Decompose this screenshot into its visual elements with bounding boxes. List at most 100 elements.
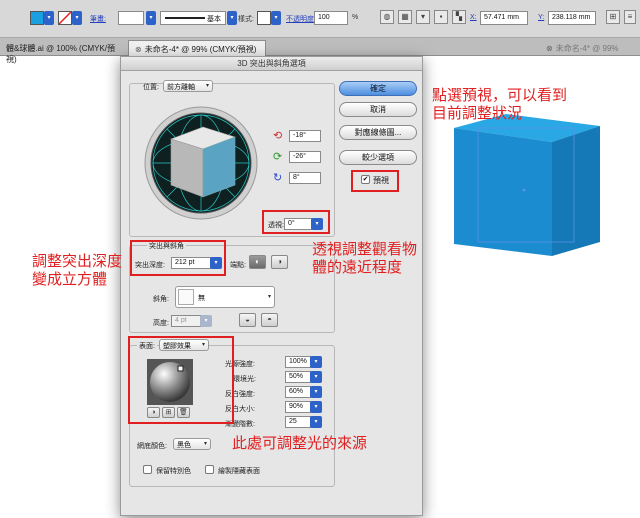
cube-front-face (454, 128, 552, 256)
ok-button[interactable]: 確定 (339, 81, 417, 96)
ambient-dropdown[interactable]: ▾ (310, 371, 322, 383)
light-intensity-field[interactable]: 100% ▾ (285, 356, 322, 368)
stroke-style-field[interactable]: 基本 (160, 11, 226, 25)
annotation-depth: 調整突出深度 變成立方體 (32, 252, 122, 288)
opacity-label[interactable]: 不透明度 (286, 14, 314, 24)
preserve-spot-checkbox[interactable] (143, 465, 152, 474)
fill-color-swatch[interactable] (30, 11, 44, 25)
tab-document-3[interactable]: ⊗ 未命名-4* @ 99% (540, 40, 640, 56)
annotation-depth-line-1: 調整突出深度 (32, 252, 123, 270)
highlight-box-lighting (128, 336, 234, 424)
cap-label: 端點: (230, 262, 246, 269)
highlight-size-dropdown[interactable]: ▾ (310, 401, 322, 413)
annotation-depth-line-2: 變成立方體 (32, 270, 108, 288)
highlight-intensity-dropdown[interactable]: ▾ (310, 386, 322, 398)
bevel-in-button[interactable]: ◓ (261, 313, 278, 327)
height-dropdown[interactable]: ▾ (200, 315, 212, 327)
annotation-preview-line-2: 目前調整狀況 (432, 104, 523, 122)
light-intensity-dropdown[interactable]: ▾ (310, 356, 322, 368)
highlight-intensity-field[interactable]: 60% ▾ (285, 386, 322, 398)
document-tab-bar: 體&球體.ai @ 100% (CMYK/預視) ⊗ 未命名-4* @ 99% (… (0, 38, 640, 64)
blend-steps-dropdown[interactable]: ▾ (310, 416, 322, 428)
cube-side-face (552, 126, 600, 256)
bevel-out-button[interactable]: ◒ (239, 313, 256, 327)
highlight-intensity-value: 60% (289, 388, 304, 395)
position-select[interactable]: 前方離軸 ▾ (163, 80, 213, 92)
rotate-z-icon: ↻ (273, 172, 283, 184)
stroke-dropdown-arrow[interactable]: ▾ (72, 11, 82, 25)
tab-label: 未命名-4* @ 99% (555, 44, 619, 53)
annotation-light: 此處可調整光的來源 (232, 434, 368, 452)
stroke-weight-field[interactable] (118, 11, 144, 25)
height-value: 4 pt (175, 317, 187, 324)
position-value: 前方離軸 (167, 84, 195, 91)
blend-steps-field[interactable]: 25 ▾ (285, 416, 322, 428)
cap-off-button[interactable]: ◑ (271, 255, 288, 269)
highlight-size-field[interactable]: 90% ▾ (285, 401, 322, 413)
bevel-select[interactable]: 無 ▾ (175, 286, 275, 308)
tab-document-1[interactable]: 體&球體.ai @ 100% (CMYK/預視) (0, 40, 124, 64)
fewer-options-button[interactable]: 較少選項 (339, 150, 417, 165)
close-icon[interactable]: ⊗ (135, 45, 142, 54)
bevel-value: 無 (198, 295, 205, 302)
control-bar: ▾ ▾ 筆畫: ▾ 基本 ▾ 樣式: ▾ 不透明度 100 % ◍ ▦ ▾ ▪ … (0, 0, 640, 38)
chevron-down-icon: ▾ (205, 83, 209, 89)
control-menu-icon[interactable]: ≡ (624, 10, 636, 24)
cancel-button[interactable]: 取消 (339, 102, 417, 117)
shading-color-select[interactable]: 黑色 ▾ (173, 438, 211, 450)
opacity-field[interactable]: 100 (314, 11, 348, 25)
stroke-style-value: 基本 (207, 16, 221, 23)
tab-label: 未命名-4* @ 99% (CMYK/預視) (144, 45, 257, 54)
height-field[interactable]: 4 pt ▾ (171, 315, 212, 327)
graphic-style-swatch[interactable] (257, 11, 271, 25)
bevel-preview (178, 289, 194, 305)
reference-point-icon[interactable]: ▪ (434, 10, 448, 24)
tab-document-active[interactable]: ⊗ 未命名-4* @ 99% (CMYK/預視) (128, 40, 266, 56)
ambient-field[interactable]: 50% ▾ (285, 371, 322, 383)
stroke-weight-dropdown[interactable]: ▾ (146, 11, 156, 25)
light-intensity-value: 100% (289, 358, 307, 365)
x-label[interactable]: X: (470, 14, 477, 21)
height-label: 高度: (153, 320, 169, 327)
map-art-button[interactable]: 對應線條圖... (339, 125, 417, 140)
highlight-box-extrude-depth (130, 240, 226, 276)
annotation-preview-line-1: 點選預視，可以看到 (432, 86, 568, 104)
x-field[interactable]: 57.471 mm (480, 11, 528, 25)
ambient-value: 50% (289, 373, 304, 380)
stroke-style-line (165, 17, 205, 19)
no-stroke-icon (58, 11, 72, 25)
recolor-artwork-icon[interactable]: ◍ (380, 10, 394, 24)
chevron-down-icon: ▾ (267, 294, 271, 300)
stroke-style-dropdown[interactable]: ▾ (227, 11, 237, 25)
y-field[interactable]: 238.118 mm (548, 11, 596, 25)
rotate-y-icon: ⟳ (273, 151, 283, 163)
position-label: 位置: (143, 84, 159, 91)
rotation-track-cube[interactable] (143, 105, 259, 221)
annotation-preview: 點選預視，可以看到 目前調整狀況 (432, 86, 567, 122)
align-options-icon[interactable]: ▾ (416, 10, 430, 24)
artwork-cube[interactable] (440, 110, 620, 270)
ambient-label: 環境光: (233, 376, 256, 383)
annotation-perspective: 透視調整觀看物 體的遠近程度 (312, 240, 417, 276)
cap-on-button[interactable]: ◐ (249, 255, 266, 269)
rotation-y-field[interactable]: -26° (289, 151, 321, 163)
graphic-style-dropdown[interactable]: ▾ (271, 11, 281, 25)
rotation-x-field[interactable]: -18° (289, 130, 321, 142)
preserve-spot-label: 保留特別色 (156, 468, 191, 475)
transform-link-icon[interactable]: ▚ (452, 10, 466, 24)
stroke-label[interactable]: 筆畫: (90, 14, 106, 24)
draw-hidden-label: 繪製隱藏表面 (218, 468, 260, 475)
align-icon[interactable]: ▦ (398, 10, 412, 24)
close-icon[interactable]: ⊗ (546, 44, 553, 53)
fill-dropdown-arrow[interactable]: ▾ (44, 11, 54, 25)
dialog-title: 3D 突出與斜角選項 (121, 57, 422, 71)
style-label: 樣式: (238, 16, 254, 23)
blend-steps-value: 25 (289, 418, 297, 425)
rotation-z-field[interactable]: 8° (289, 172, 321, 184)
transform-panel-icon[interactable]: ⊞ (606, 10, 620, 24)
stroke-color-swatch[interactable] (58, 11, 72, 25)
draw-hidden-checkbox[interactable] (205, 465, 214, 474)
y-label[interactable]: Y: (538, 14, 544, 21)
bevel-label: 斜角: (153, 296, 169, 303)
highlight-size-value: 90% (289, 403, 304, 410)
